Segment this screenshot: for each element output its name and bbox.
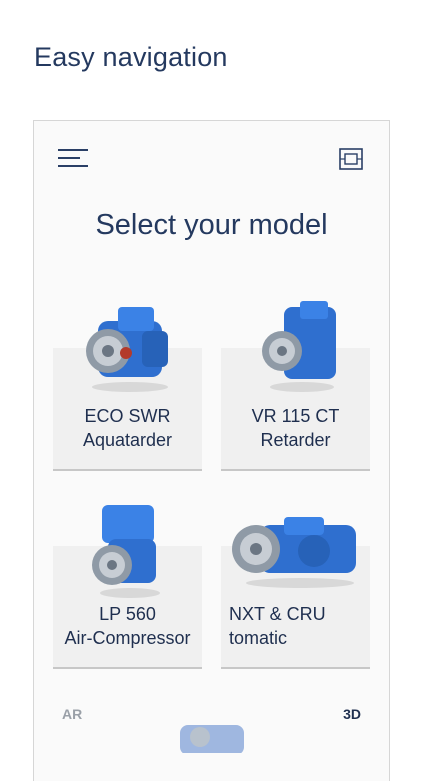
nxt-cru-image: [232, 517, 356, 588]
eco-swr-image: [86, 307, 168, 392]
phone-screen: Select your model ECO SWR Aquatarder VR …: [33, 120, 390, 781]
model-name: LP 560: [99, 604, 156, 624]
partial-model-image: [180, 725, 244, 753]
hamburger-menu-icon[interactable]: [58, 149, 88, 173]
model-type: Aquatarder: [82, 430, 173, 450]
model-name: VR 115 CT: [251, 406, 340, 426]
model-type: Retarder: [260, 430, 331, 450]
ar-toggle[interactable]: AR: [62, 706, 82, 722]
model-type: Air-Compressor: [64, 628, 191, 648]
3d-toggle[interactable]: 3D: [343, 706, 361, 722]
view-toggle-icon[interactable]: [339, 147, 363, 171]
headline: Easy navigation: [34, 42, 228, 72]
vr115ct-image: [262, 301, 336, 392]
model-name: NXT & CRU: [229, 604, 326, 624]
page-title: Select your model: [95, 209, 328, 241]
model-name: ECO SWR: [84, 406, 171, 426]
lp560-image: [92, 505, 160, 598]
model-type: tomatic: [229, 628, 288, 648]
